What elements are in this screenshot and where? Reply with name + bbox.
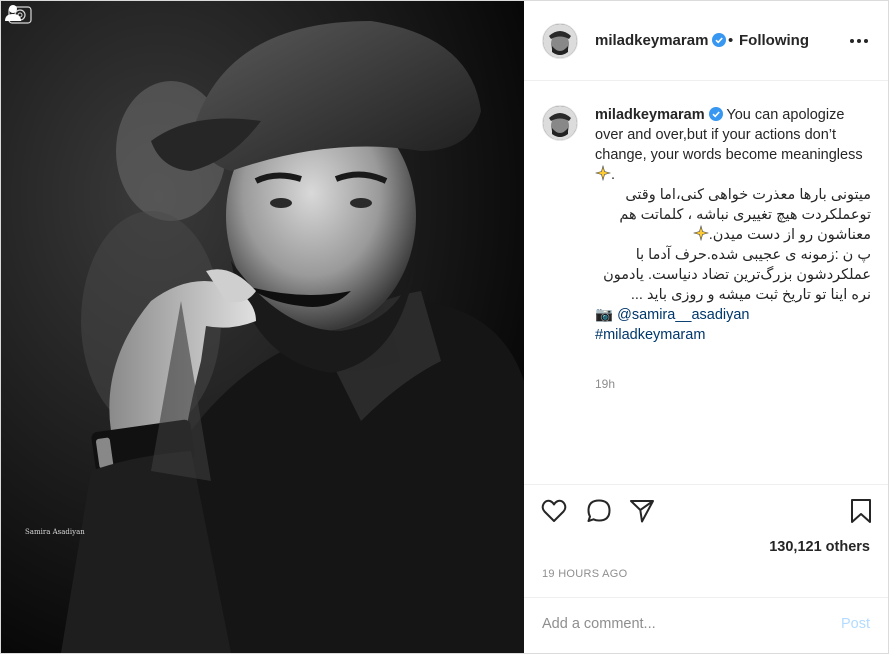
credit-mention-link[interactable]: @samira__asadiyan [617, 307, 749, 323]
header-username[interactable]: miladkeymaram [595, 32, 727, 49]
photographer-watermark: Samira Asadiyan [25, 528, 85, 536]
comment-bar: Post [524, 597, 888, 653]
post-header: miladkeymaram • Following [524, 1, 888, 81]
share-icon[interactable] [628, 497, 656, 525]
comment-input[interactable] [542, 616, 802, 632]
post-details-panel: miladkeymaram • Following miladkeymaram … [524, 1, 888, 653]
heart-icon[interactable] [540, 497, 568, 525]
hashtag-link[interactable]: #miladkeymaram [595, 325, 871, 345]
post-timestamp[interactable]: 19 HOURS AGO [542, 568, 628, 580]
like-count[interactable]: 130,121 others [769, 539, 870, 555]
caption-username[interactable]: miladkeymaram [595, 107, 705, 123]
comment-icon[interactable] [585, 497, 613, 525]
instagram-post-modal: Samira Asadiyan miladkeymaram • Followin… [0, 0, 889, 654]
photo-credit: 📷 @samira__asadiyan [595, 305, 871, 325]
caption-persian-1: میتونی بارها معذرت خواهی کنی،اما وقتی تو… [619, 187, 871, 243]
sparkles-icon [594, 164, 612, 182]
portrait-image [1, 1, 524, 653]
caption-time[interactable]: 19h [595, 377, 615, 391]
sparkles-icon [692, 224, 709, 242]
verified-badge-icon [708, 107, 723, 121]
caption-persian-2: پ ن :زمونه ی عجیبی شده.حرف آدما با عملکر… [603, 247, 871, 303]
post-caption: miladkeymaram You can apologize over and… [594, 107, 871, 345]
avatar[interactable] [542, 23, 578, 59]
camera-icon: 📷 [595, 307, 614, 323]
action-bar [524, 484, 888, 545]
separator-dot: • [728, 32, 734, 49]
following-button[interactable]: Following [739, 32, 809, 49]
bookmark-icon[interactable] [847, 497, 875, 525]
post-photo[interactable]: Samira Asadiyan [1, 1, 524, 653]
post-comment-button[interactable]: Post [841, 616, 870, 632]
verified-badge-icon [712, 33, 727, 47]
user-tag-icon[interactable] [1, 1, 25, 25]
caption-avatar[interactable] [542, 105, 578, 141]
more-options-icon[interactable] [844, 31, 874, 51]
